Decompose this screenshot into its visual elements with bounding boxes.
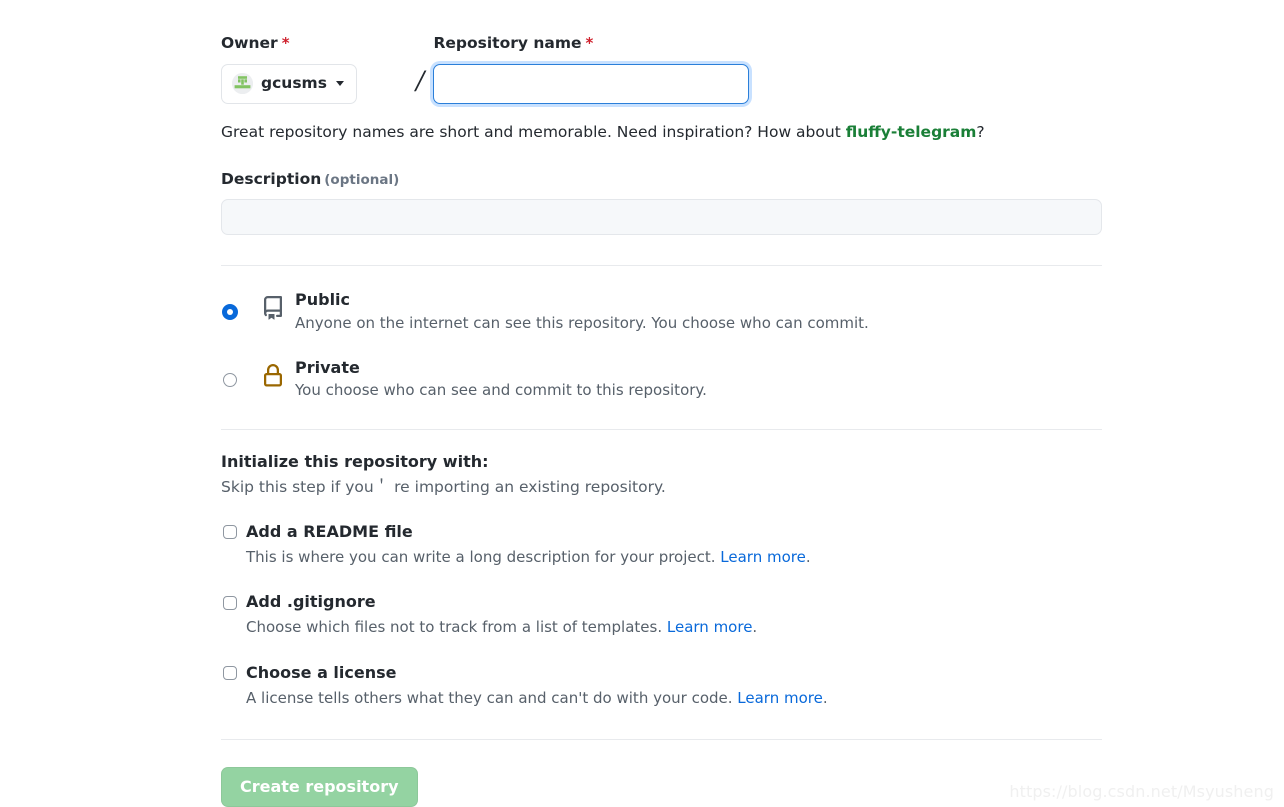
visibility-public-text: Public Anyone on the internet can see th… [295, 289, 869, 334]
owner-field: Owner * gcusms [221, 34, 405, 104]
repository-name-label: Repository name * [433, 34, 749, 53]
license-description-text: A license tells others what they can and… [246, 688, 738, 707]
initialize-checkbox-list: Add a README file This is where you can … [221, 522, 1102, 710]
description-label-text: Description [221, 170, 322, 189]
divider-above-initialize [221, 428, 1102, 430]
description-label: Description (optional) [221, 170, 1102, 188]
visibility-public-description: Anyone on the internet can see this repo… [295, 313, 869, 332]
readme-description-end: . [805, 547, 811, 566]
checkbox-label-license: Choose a license [246, 662, 397, 682]
repo-book-icon [259, 296, 287, 320]
readme-description-text: This is where you can write a long descr… [246, 547, 721, 566]
initialize-title: Initialize this repository with: [221, 451, 489, 471]
repository-name-hint: Great repository names are short and mem… [221, 122, 1102, 144]
initialize-section: Initialize this repository with: Skip th… [221, 451, 1102, 710]
chevron-down-icon [335, 81, 344, 87]
learn-more-link-gitignore[interactable]: Learn more [667, 618, 753, 636]
owner-name-separator: / [416, 66, 425, 95]
checkbox-description-readme: This is where you can write a long descr… [246, 547, 1102, 569]
gitignore-description-end: . [752, 618, 758, 637]
divider-above-visibility [221, 265, 1102, 267]
watermark-text: https://blog.csdn.net/Msyusheng [1009, 782, 1274, 801]
visibility-private-text: Private You choose who can see and commi… [295, 357, 707, 402]
visibility-option-private[interactable]: Private You choose who can see and commi… [221, 357, 1102, 402]
checkbox-row-license[interactable]: Choose a license [221, 663, 1102, 684]
description-field: Description (optional) [221, 170, 1102, 236]
checkbox-license[interactable] [223, 666, 237, 681]
visibility-private-description: You choose who can see and commit to thi… [295, 381, 707, 400]
learn-more-link-license[interactable]: Learn more [737, 689, 823, 707]
owner-required-asterisk: * [281, 34, 290, 52]
lock-icon [259, 363, 287, 388]
radio-public[interactable] [223, 305, 237, 320]
checkbox-item-readme: Add a README file This is where you can … [221, 522, 1102, 569]
owner-select-button[interactable]: gcusms [221, 63, 357, 104]
initialize-subtitle: Skip this step if you＇ re importing an e… [221, 478, 666, 497]
radio-private[interactable] [223, 372, 237, 387]
gitignore-description-text: Choose which files not to track from a l… [246, 618, 667, 637]
repository-name-required-asterisk: * [585, 34, 594, 52]
checkbox-item-gitignore: Add .gitignore Choose which files not to… [221, 592, 1102, 639]
checkbox-row-readme[interactable]: Add a README file [221, 522, 1102, 543]
visibility-option-public[interactable]: Public Anyone on the internet can see th… [221, 289, 1102, 334]
checkbox-description-gitignore: Choose which files not to track from a l… [246, 617, 1102, 639]
user-avatar-identicon-icon [232, 73, 253, 95]
checkbox-description-license: A license tells others what they can and… [246, 688, 1102, 710]
owner-label: Owner * [221, 34, 405, 53]
checkbox-gitignore[interactable] [223, 595, 237, 610]
checkbox-label-readme: Add a README file [246, 521, 413, 541]
create-repository-form: Owner * gcusms / Repository name * Great… [221, 34, 1102, 807]
divider-above-submit [221, 739, 1102, 741]
learn-more-link-readme[interactable]: Learn more [720, 548, 806, 566]
submit-area: Create repository [221, 767, 1102, 807]
owner-label-text: Owner [221, 34, 278, 52]
repository-name-label-text: Repository name [433, 34, 582, 52]
suggested-name-link[interactable]: fluffy-telegram [846, 123, 977, 141]
checkbox-readme[interactable] [223, 525, 237, 540]
owner-name-text: gcusms [261, 73, 327, 92]
visibility-private-title: Private [295, 357, 360, 377]
hint-text-after: ? [976, 122, 985, 141]
checkbox-item-license: Choose a license A license tells others … [221, 663, 1102, 710]
description-optional-text: (optional) [324, 172, 400, 189]
visibility-options: Public Anyone on the internet can see th… [221, 289, 1102, 402]
repository-name-field: Repository name * [433, 34, 750, 104]
visibility-public-title: Public [295, 290, 351, 310]
create-repository-button[interactable]: Create repository [221, 767, 418, 807]
checkbox-label-gitignore: Add .gitignore [246, 592, 376, 612]
license-description-end: . [822, 688, 828, 707]
description-input[interactable] [221, 199, 1102, 236]
repository-name-input[interactable] [433, 63, 750, 104]
hint-text-before: Great repository names are short and mem… [221, 122, 846, 141]
checkbox-row-gitignore[interactable]: Add .gitignore [221, 592, 1102, 613]
owner-and-name-row: Owner * gcusms / Repository name * [221, 34, 1102, 104]
